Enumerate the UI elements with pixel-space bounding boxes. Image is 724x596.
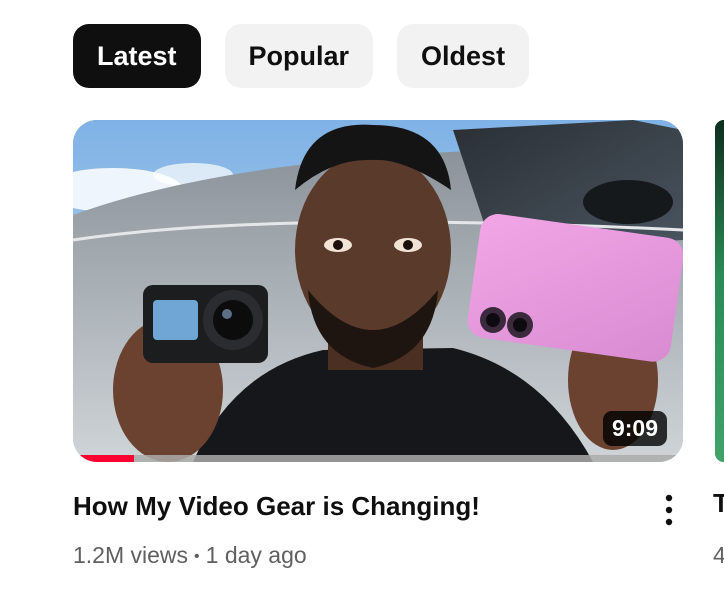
chip-latest[interactable]: Latest [73, 24, 201, 88]
thumbnail-image [73, 120, 683, 462]
next-video-thumbnail[interactable] [715, 120, 724, 462]
next-video-title[interactable]: T [713, 488, 724, 519]
meta-separator: • [194, 548, 200, 565]
channel-videos-page: Latest Popular Oldest 9:09 How My Video … [0, 0, 724, 596]
video-title[interactable]: How My Video Gear is Changing! [73, 488, 633, 524]
next-thumbnail-image [715, 120, 724, 462]
video-card: 9:09 How My Video Gear is Changing! 1.2M… [73, 120, 683, 568]
more-vert-icon [665, 494, 673, 526]
duration-badge: 9:09 [602, 410, 667, 446]
more-actions-button[interactable] [650, 490, 688, 530]
watch-progress-fill [73, 455, 134, 462]
watch-progress-bar [73, 455, 683, 462]
next-video-metadata: 4 [713, 542, 724, 568]
view-count: 1.2M views [73, 542, 189, 568]
filter-chip-bar: Latest Popular Oldest [73, 24, 530, 88]
chip-oldest[interactable]: Oldest [397, 24, 530, 88]
video-thumbnail[interactable]: 9:09 [73, 120, 683, 462]
video-metadata: 1.2M views • 1 day ago [73, 542, 307, 569]
upload-age: 1 day ago [205, 542, 307, 568]
chip-popular[interactable]: Popular [224, 24, 374, 88]
